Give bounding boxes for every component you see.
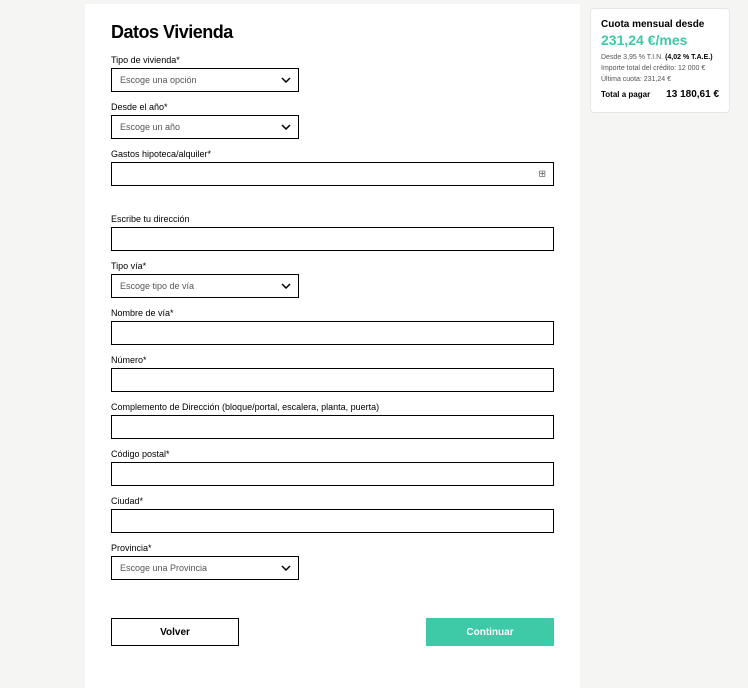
label-complemento: Complemento de Dirección (bloque/portal,… [111,402,554,412]
summary-tin-prefix: Desde 3,95 % T.I.N. [601,54,665,61]
input-ciudad[interactable] [111,509,554,533]
field-desde-ano: Desde el año* Escoge un año [111,102,554,139]
input-complemento[interactable] [111,415,554,439]
summary-total-row: Total a pagar 13 180,61 € [601,89,719,100]
button-row: Volver Continuar [111,618,554,646]
form-title: Datos Vivienda [111,22,554,43]
summary-tin-line: Desde 3,95 % T.I.N. (4,02 % T.A.E.) [601,54,719,61]
field-tipo-via: Tipo vía* Escoge tipo de vía [111,261,554,298]
input-direccion[interactable] [111,227,554,251]
select-desde-ano[interactable]: Escoge un año [111,115,299,139]
summary-total-value: 13 180,61 € [666,89,719,100]
housing-form-card: Datos Vivienda Tipo de vivienda* Escoge … [85,4,580,688]
label-direccion: Escribe tu dirección [111,214,554,224]
label-gastos: Gastos hipoteca/alquiler* [111,149,554,159]
field-gastos: Gastos hipoteca/alquiler* ⊞ [111,149,554,186]
summary-price: 231,24 €/mes [601,32,719,48]
field-provincia: Provincia* Escoge una Provincia [111,543,554,580]
summary-tae: (4,02 % T.A.E.) [665,54,712,61]
summary-title: Cuota mensual desde [601,19,719,30]
input-gastos[interactable] [111,162,554,186]
continue-button[interactable]: Continuar [426,618,554,646]
label-tipo-via: Tipo vía* [111,261,554,271]
back-button[interactable]: Volver [111,618,239,646]
label-provincia: Provincia* [111,543,554,553]
select-wrap-desde-ano: Escoge un año [111,115,299,139]
input-numero[interactable] [111,368,554,392]
select-tipo-via[interactable]: Escoge tipo de vía [111,274,299,298]
label-numero: Número* [111,355,554,365]
label-ciudad: Ciudad* [111,496,554,506]
select-wrap-tipo-via: Escoge tipo de vía [111,274,299,298]
select-wrap-tipo-vivienda: Escoge una opción [111,68,299,92]
field-nombre-via: Nombre de vía* [111,308,554,345]
field-tipo-vivienda: Tipo de vivienda* Escoge una opción [111,55,554,92]
input-nombre-via[interactable] [111,321,554,345]
field-numero: Número* [111,355,554,392]
select-wrap-provincia: Escoge una Provincia [111,556,299,580]
label-codigo-postal: Código postal* [111,449,554,459]
label-desde-ano: Desde el año* [111,102,554,112]
summary-card: Cuota mensual desde 231,24 €/mes Desde 3… [590,8,730,113]
select-provincia[interactable]: Escoge una Provincia [111,556,299,580]
summary-ultima: Última cuota: 231,24 € [601,76,719,83]
input-wrap-gastos: ⊞ [111,162,554,186]
summary-total-label: Total a pagar [601,90,650,99]
field-ciudad: Ciudad* [111,496,554,533]
field-direccion: Escribe tu dirección [111,214,554,251]
input-codigo-postal[interactable] [111,462,554,486]
field-complemento: Complemento de Dirección (bloque/portal,… [111,402,554,439]
label-nombre-via: Nombre de vía* [111,308,554,318]
summary-importe: Importe total del crédito: 12 000 € [601,65,719,72]
select-tipo-vivienda[interactable]: Escoge una opción [111,68,299,92]
label-tipo-vivienda: Tipo de vivienda* [111,55,554,65]
field-codigo-postal: Código postal* [111,449,554,486]
keypad-icon: ⊞ [538,169,546,180]
